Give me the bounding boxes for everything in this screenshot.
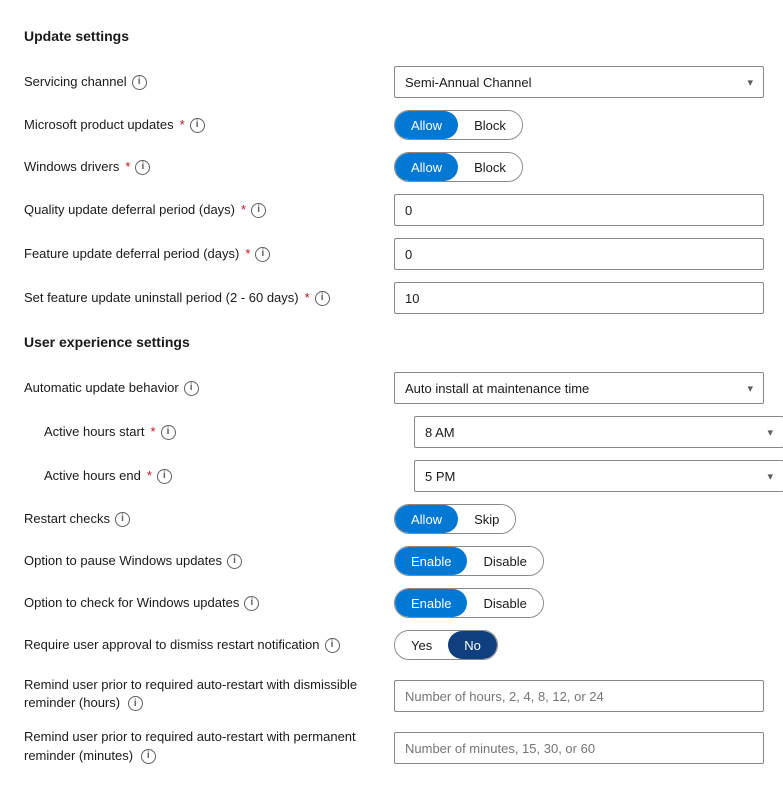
- microsoft-product-updates-allow-button[interactable]: Allow: [395, 111, 458, 139]
- windows-drivers-block-button[interactable]: Block: [458, 153, 522, 181]
- require-user-approval-toggle: Yes No: [394, 630, 498, 660]
- remind-dismissible-label: Remind user prior to required auto-resta…: [24, 676, 394, 712]
- pause-windows-updates-enable-button[interactable]: Enable: [395, 547, 467, 575]
- microsoft-product-updates-info-icon[interactable]: i: [190, 118, 205, 133]
- microsoft-product-updates-label: Microsoft product updates * i: [24, 116, 394, 134]
- feature-update-deferral-row: Feature update deferral period (days) * …: [24, 232, 759, 276]
- pause-windows-updates-row: Option to pause Windows updates i Enable…: [24, 540, 759, 582]
- windows-drivers-row: Windows drivers * i Allow Block: [24, 146, 759, 188]
- pause-windows-updates-info-icon[interactable]: i: [227, 554, 242, 569]
- remind-permanent-input[interactable]: [394, 732, 764, 764]
- servicing-channel-info-icon[interactable]: i: [132, 75, 147, 90]
- pause-windows-updates-disable-button[interactable]: Disable: [467, 547, 542, 575]
- quality-update-deferral-input[interactable]: [394, 194, 764, 226]
- user-experience-settings-title: User experience settings: [24, 334, 759, 350]
- quality-update-deferral-label: Quality update deferral period (days) * …: [24, 201, 394, 219]
- active-hours-start-info-icon[interactable]: i: [161, 425, 176, 440]
- remind-dismissible-row: Remind user prior to required auto-resta…: [24, 666, 759, 718]
- feature-update-deferral-info-icon[interactable]: i: [255, 247, 270, 262]
- require-user-approval-yes-button[interactable]: Yes: [395, 631, 448, 659]
- active-hours-start-dropdown[interactable]: 8 AM ▾: [414, 416, 783, 448]
- quality-update-deferral-row: Quality update deferral period (days) * …: [24, 188, 759, 232]
- servicing-channel-chevron-icon: ▾: [747, 76, 753, 89]
- microsoft-product-updates-block-button[interactable]: Block: [458, 111, 522, 139]
- require-user-approval-control: Yes No: [394, 630, 759, 660]
- restart-checks-info-icon[interactable]: i: [115, 512, 130, 527]
- quality-update-deferral-info-icon[interactable]: i: [251, 203, 266, 218]
- servicing-channel-row: Servicing channel i Semi-Annual Channel …: [24, 60, 759, 104]
- restart-checks-row: Restart checks i Allow Skip: [24, 498, 759, 540]
- quality-update-deferral-control: [394, 194, 764, 226]
- servicing-channel-label: Servicing channel i: [24, 73, 394, 91]
- check-windows-updates-info-icon[interactable]: i: [244, 596, 259, 611]
- servicing-channel-control: Semi-Annual Channel ▾: [394, 66, 764, 98]
- automatic-update-behavior-dropdown[interactable]: Auto install at maintenance time ▾: [394, 372, 764, 404]
- feature-update-deferral-control: [394, 238, 764, 270]
- check-windows-updates-enable-button[interactable]: Enable: [395, 589, 467, 617]
- servicing-channel-dropdown[interactable]: Semi-Annual Channel ▾: [394, 66, 764, 98]
- require-user-approval-info-icon[interactable]: i: [325, 638, 340, 653]
- active-hours-end-chevron-icon: ▾: [767, 470, 773, 483]
- automatic-update-behavior-chevron-icon: ▾: [747, 382, 753, 395]
- check-windows-updates-row: Option to check for Windows updates i En…: [24, 582, 759, 624]
- active-hours-end-label: Active hours end * i: [44, 467, 414, 485]
- remind-dismissible-info-icon[interactable]: i: [128, 696, 143, 711]
- active-hours-end-info-icon[interactable]: i: [157, 469, 172, 484]
- active-hours-end-control: 5 PM ▾: [414, 460, 783, 492]
- restart-checks-allow-button[interactable]: Allow: [395, 505, 458, 533]
- windows-drivers-label: Windows drivers * i: [24, 158, 394, 176]
- feature-update-uninstall-row: Set feature update uninstall period (2 -…: [24, 276, 759, 320]
- check-windows-updates-control: Enable Disable: [394, 588, 759, 618]
- check-windows-updates-disable-button[interactable]: Disable: [467, 589, 542, 617]
- remind-permanent-row: Remind user prior to required auto-resta…: [24, 718, 759, 770]
- restart-checks-skip-button[interactable]: Skip: [458, 505, 515, 533]
- active-hours-start-label: Active hours start * i: [44, 423, 414, 441]
- check-windows-updates-label: Option to check for Windows updates i: [24, 594, 394, 612]
- pause-windows-updates-control: Enable Disable: [394, 546, 759, 576]
- update-settings-title: Update settings: [24, 28, 759, 44]
- remind-permanent-info-icon[interactable]: i: [141, 749, 156, 764]
- automatic-update-behavior-control: Auto install at maintenance time ▾: [394, 372, 764, 404]
- automatic-update-behavior-info-icon[interactable]: i: [184, 381, 199, 396]
- windows-drivers-toggle: Allow Block: [394, 152, 523, 182]
- feature-update-deferral-input[interactable]: [394, 238, 764, 270]
- restart-checks-label: Restart checks i: [24, 510, 394, 528]
- active-hours-start-control: 8 AM ▾: [414, 416, 783, 448]
- automatic-update-behavior-row: Automatic update behavior i Auto install…: [24, 366, 759, 410]
- restart-checks-control: Allow Skip: [394, 504, 759, 534]
- automatic-update-behavior-label: Automatic update behavior i: [24, 379, 394, 397]
- remind-dismissible-control: [394, 676, 764, 712]
- windows-drivers-allow-button[interactable]: Allow: [395, 153, 458, 181]
- remind-dismissible-input[interactable]: [394, 680, 764, 712]
- restart-checks-toggle: Allow Skip: [394, 504, 516, 534]
- remind-permanent-label: Remind user prior to required auto-resta…: [24, 728, 394, 764]
- require-user-approval-row: Require user approval to dismiss restart…: [24, 624, 759, 666]
- active-hours-start-chevron-icon: ▾: [767, 426, 773, 439]
- feature-update-uninstall-control: [394, 282, 764, 314]
- require-user-approval-label: Require user approval to dismiss restart…: [24, 636, 394, 654]
- feature-update-uninstall-input[interactable]: [394, 282, 764, 314]
- pause-windows-updates-label: Option to pause Windows updates i: [24, 552, 394, 570]
- active-hours-end-dropdown[interactable]: 5 PM ▾: [414, 460, 783, 492]
- feature-update-uninstall-label: Set feature update uninstall period (2 -…: [24, 289, 394, 307]
- require-user-approval-no-button[interactable]: No: [448, 631, 497, 659]
- active-hours-start-row: Active hours start * i 8 AM ▾: [24, 410, 759, 454]
- feature-update-uninstall-info-icon[interactable]: i: [315, 291, 330, 306]
- remind-permanent-control: [394, 728, 764, 764]
- microsoft-product-updates-toggle: Allow Block: [394, 110, 523, 140]
- active-hours-end-row: Active hours end * i 5 PM ▾: [24, 454, 759, 498]
- windows-drivers-control: Allow Block: [394, 152, 759, 182]
- pause-windows-updates-toggle: Enable Disable: [394, 546, 544, 576]
- feature-update-deferral-label: Feature update deferral period (days) * …: [24, 245, 394, 263]
- microsoft-product-updates-control: Allow Block: [394, 110, 759, 140]
- microsoft-product-updates-row: Microsoft product updates * i Allow Bloc…: [24, 104, 759, 146]
- check-windows-updates-toggle: Enable Disable: [394, 588, 544, 618]
- windows-drivers-info-icon[interactable]: i: [135, 160, 150, 175]
